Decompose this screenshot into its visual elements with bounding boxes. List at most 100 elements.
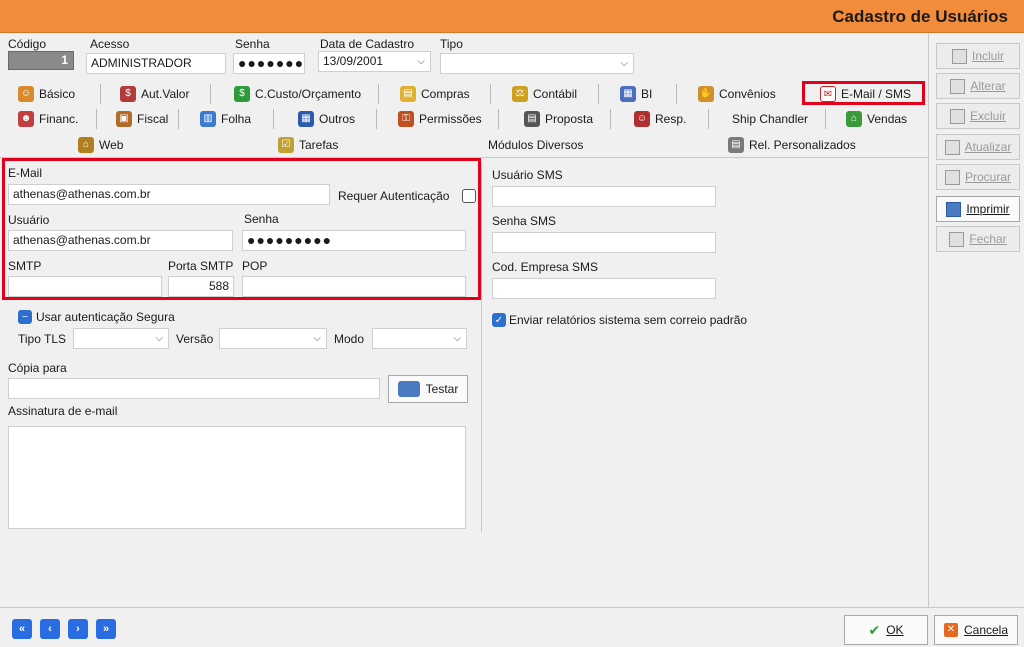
- tab-basico[interactable]: ☺ Básico: [18, 82, 75, 106]
- modo-select[interactable]: ⌵: [372, 328, 467, 349]
- tipo-select[interactable]: ⌵: [440, 53, 634, 74]
- tab-aut-valor[interactable]: $ Aut.Valor: [120, 82, 189, 106]
- tab-fiscal[interactable]: ▣ Fiscal: [116, 107, 168, 131]
- enviar-relatorios-label: Enviar relatórios sistema sem correio pa…: [509, 313, 748, 327]
- user-icon: ☺: [18, 86, 34, 102]
- tab-ccusto[interactable]: $ C.Custo/Orçamento: [234, 82, 361, 106]
- panel-divider: [481, 162, 482, 532]
- tab-outros[interactable]: ▦ Outros: [298, 107, 355, 131]
- tab-separator: [178, 109, 179, 129]
- chart-icon: ▦: [620, 86, 636, 102]
- data-cadastro-label: Data de Cadastro: [320, 37, 415, 51]
- tab-permissoes[interactable]: ⚿ Permissões: [398, 107, 482, 131]
- tab-folha[interactable]: ▥ Folha: [200, 107, 251, 131]
- testar-button[interactable]: Testar: [388, 375, 468, 403]
- cancel-icon: ✕: [943, 623, 958, 637]
- tab-modulos-diversos[interactable]: Módulos Diversos: [488, 133, 583, 157]
- enviar-relatorios-checkbox[interactable]: ✓: [492, 313, 506, 327]
- procurar-button[interactable]: Procurar: [936, 164, 1020, 190]
- tab-separator: [210, 84, 211, 104]
- tab-tarefas[interactable]: ☑ Tarefas: [278, 133, 338, 157]
- edit-icon: [950, 78, 966, 94]
- acesso-field[interactable]: ADMINISTRADOR: [86, 53, 226, 74]
- person-icon: ☺: [634, 111, 650, 127]
- tab-separator: [676, 84, 677, 104]
- tab-separator: [273, 109, 274, 129]
- tipo-label: Tipo: [440, 37, 463, 51]
- tab-separator: [610, 109, 611, 129]
- delete-icon: [949, 108, 965, 124]
- scale-icon: ⚖: [512, 86, 528, 102]
- refresh-icon: [944, 139, 960, 155]
- cancel-button[interactable]: ✕ Cancela: [934, 615, 1018, 645]
- usuario-sms-field[interactable]: [492, 186, 716, 207]
- close-folder-icon: [949, 231, 965, 247]
- tab-vendas[interactable]: ⌂ Vendas: [846, 107, 907, 131]
- assinatura-textarea[interactable]: [8, 426, 466, 529]
- tab-financ[interactable]: ☻ Financ.: [18, 107, 78, 131]
- data-cadastro-value: 13/09/2001: [323, 54, 384, 68]
- store-icon: ⌂: [846, 111, 862, 127]
- versao-select[interactable]: ⌵: [219, 328, 327, 349]
- usar-autenticacao-segura-label: Usar autenticação Segura: [36, 310, 175, 324]
- first-record-icon[interactable]: «: [12, 619, 32, 639]
- incluir-button[interactable]: Incluir: [936, 43, 1020, 69]
- tab-separator: [598, 84, 599, 104]
- versao-label: Versão: [176, 332, 214, 346]
- tab-proposta[interactable]: ▤ Proposta: [524, 107, 593, 131]
- previous-record-icon[interactable]: ‹: [40, 619, 60, 639]
- data-cadastro-field[interactable]: 13/09/2001 ⌵: [318, 51, 431, 72]
- tab-ship-chandler[interactable]: Ship Chandler: [732, 107, 808, 131]
- tipo-tls-label: Tipo TLS: [18, 332, 67, 346]
- ok-button[interactable]: ✔ OK: [844, 615, 928, 645]
- senha-field[interactable]: ●●●●●●●: [233, 53, 305, 74]
- next-record-icon[interactable]: ›: [68, 619, 88, 639]
- tipo-tls-select[interactable]: ⌵: [73, 328, 169, 349]
- chevron-down-icon: ⌵: [313, 333, 321, 344]
- tab-contabil[interactable]: ⚖ Contábil: [512, 82, 577, 106]
- tab-resp[interactable]: ☺ Resp.: [634, 107, 686, 131]
- footer-border: [0, 607, 1024, 608]
- assinatura-label: Assinatura de e-mail: [8, 404, 118, 418]
- money-icon: $: [120, 86, 136, 102]
- email-section-highlight: [2, 158, 481, 300]
- usar-autenticacao-segura-checkbox[interactable]: −: [18, 310, 32, 324]
- chevron-down-icon: ⌵: [417, 56, 425, 67]
- copia-para-field[interactable]: [8, 378, 380, 399]
- excluir-button[interactable]: Excluir: [936, 103, 1020, 129]
- tab-separator: [378, 84, 379, 104]
- tab-rel-personalizados[interactable]: ▤ Rel. Personalizados: [728, 133, 856, 157]
- handshake-icon: ✋: [698, 86, 714, 102]
- title-bar: Cadastro de Usuários: [0, 0, 1024, 33]
- tab-bi[interactable]: ▦ BI: [620, 82, 652, 106]
- atualizar-button[interactable]: Atualizar: [936, 134, 1020, 160]
- sheet-icon: ▥: [200, 111, 216, 127]
- senha-sms-field[interactable]: [492, 232, 716, 253]
- chevron-down-icon: ⌵: [155, 333, 163, 344]
- codigo-field[interactable]: 1: [8, 51, 74, 70]
- people-icon: ☻: [18, 111, 34, 127]
- tab-compras[interactable]: ▤ Compras: [400, 82, 470, 106]
- tab-separator: [825, 109, 826, 129]
- binoculars-icon: [944, 169, 960, 185]
- alterar-button[interactable]: Alterar: [936, 73, 1020, 99]
- task-icon: ☑: [278, 137, 294, 153]
- tab-web[interactable]: ⌂ Web: [78, 133, 123, 157]
- active-tab-highlight: [802, 81, 925, 105]
- tab-separator: [490, 84, 491, 104]
- chevron-down-icon: ⌵: [453, 333, 461, 344]
- new-document-icon: [951, 48, 967, 64]
- imprimir-button[interactable]: Imprimir: [936, 196, 1020, 222]
- sidebar-border: [928, 33, 929, 607]
- fechar-button[interactable]: Fechar: [936, 226, 1020, 252]
- tab-convenios[interactable]: ✋ Convênios: [698, 82, 776, 106]
- cart-icon: ▤: [400, 86, 416, 102]
- tab-separator: [376, 109, 377, 129]
- last-record-icon[interactable]: »: [96, 619, 116, 639]
- cod-empresa-sms-field[interactable]: [492, 278, 716, 299]
- tab-separator: [498, 109, 499, 129]
- bank-icon: ⌂: [78, 137, 94, 153]
- tab-separator: [708, 109, 709, 129]
- checkmark-icon: ✔: [868, 621, 881, 638]
- printer-icon: [397, 381, 420, 397]
